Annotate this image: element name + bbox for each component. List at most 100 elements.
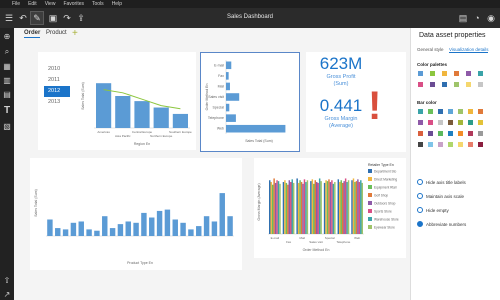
widgets-icon[interactable]: ▤ (1, 88, 13, 100)
user-icon[interactable]: ◉ (484, 11, 498, 25)
bar-color-swatch[interactable] (467, 130, 474, 137)
retailer-bar (341, 182, 344, 234)
tab-visualization-details[interactable]: Visualization details (449, 47, 489, 53)
tab-product[interactable]: Product (46, 30, 67, 36)
product-type-bar (47, 219, 53, 236)
option-maintain-axis-scale[interactable]: Maintain axis scale (417, 192, 464, 200)
retailer-tick-label: Fax (286, 240, 292, 244)
retailer-bar (276, 180, 278, 234)
bar-color-swatch[interactable] (447, 130, 454, 137)
bar-color-swatch[interactable] (417, 119, 424, 126)
palette-swatch[interactable] (465, 81, 472, 88)
year-2011[interactable]: 2011 (44, 75, 70, 86)
bar-color-swatch[interactable] (437, 119, 444, 126)
retailer-bar (274, 182, 277, 234)
tab-order[interactable]: Order (24, 30, 41, 38)
option-hide-empty[interactable]: Hide empty (417, 206, 449, 214)
retailer-bar (310, 181, 312, 234)
bar-color-swatch[interactable] (477, 108, 484, 115)
bar-color-swatch[interactable] (467, 108, 474, 115)
menu-tools[interactable]: Tools (92, 1, 104, 7)
bar-color-swatch[interactable] (417, 130, 424, 137)
retailer-grouped-bar-chart: E-mail Fax MailSales visitSpecialTelephone… (257, 163, 399, 252)
option-abbreviate-numbers[interactable]: Abbreviate numbers (417, 220, 466, 228)
upload-icon[interactable]: ⇧ (1, 274, 13, 286)
bar-color-swatch[interactable] (417, 141, 424, 148)
palette-swatch[interactable] (465, 70, 472, 77)
bar-color-swatch[interactable] (447, 108, 454, 115)
gross-margin-agg: (Average) (328, 123, 354, 129)
retailer-bar (290, 182, 292, 234)
retailer-tick-label: Sales visit (309, 240, 323, 244)
navigation-icon[interactable]: ⊕ (1, 30, 13, 42)
bar-color-swatch[interactable] (437, 130, 444, 137)
retailer-bar (311, 179, 314, 234)
bar-color-swatch[interactable] (427, 108, 434, 115)
palette-swatch[interactable] (417, 81, 424, 88)
region-bar (172, 113, 188, 128)
retailer-bar (334, 182, 336, 234)
visualizations-icon[interactable]: ▥ (1, 74, 13, 86)
option-hide-axis-title[interactable]: Hide axis title labels (417, 178, 466, 186)
retailer-bar (282, 182, 285, 234)
year-2012[interactable]: 2012 (44, 86, 70, 97)
palette-swatch[interactable] (429, 70, 436, 77)
palette-swatch[interactable] (477, 70, 484, 77)
retailer-bar (285, 182, 288, 234)
year-2010[interactable]: 2010 (44, 64, 70, 75)
product-type-bar (78, 221, 84, 236)
retailer-bar (337, 179, 340, 234)
menu-favorites[interactable]: Favorites (63, 1, 84, 7)
bar-color-swatch[interactable] (457, 130, 464, 137)
gross-profit-agg: (Sum) (333, 81, 349, 87)
bar-color-swatch[interactable] (427, 130, 434, 137)
year-filter-list: 2010 2011 2012 2013 (44, 64, 70, 108)
order-method-bar (226, 93, 240, 101)
tab-general-style[interactable]: General style (417, 47, 444, 52)
menu-file[interactable]: File (12, 1, 20, 7)
gross-profit-value: 623M (319, 54, 363, 73)
notification-icon[interactable]: ◔ (470, 11, 484, 25)
bar-color-swatch[interactable] (437, 141, 444, 148)
bar-color-swatch[interactable] (447, 119, 454, 126)
add-tab-button[interactable]: + (72, 28, 78, 39)
text-icon[interactable]: T (1, 104, 13, 116)
bar-color-swatch[interactable] (447, 141, 454, 148)
format-icon[interactable]: ▤ (456, 11, 470, 25)
palette-swatch[interactable] (429, 81, 436, 88)
palette-swatch[interactable] (417, 70, 424, 77)
menu-help[interactable]: Help (112, 1, 122, 7)
bar-color-swatch[interactable] (457, 119, 464, 126)
palette-swatch[interactable] (453, 81, 460, 88)
region-bar (153, 107, 169, 128)
search-icon[interactable]: ⌕ (1, 46, 13, 58)
bar-color-swatch[interactable] (467, 119, 474, 126)
palette-swatch[interactable] (453, 70, 460, 77)
bar-color-swatch[interactable] (477, 119, 484, 126)
bar-color-swatch[interactable] (427, 119, 434, 126)
bar-color-swatch[interactable] (457, 141, 464, 148)
bar-color-swatch[interactable] (477, 130, 484, 137)
bar-color-swatch[interactable] (437, 108, 444, 115)
year-2013[interactable]: 2013 (44, 97, 70, 108)
menu-view[interactable]: View (45, 1, 56, 7)
bar-color-swatch[interactable] (477, 141, 484, 148)
bar-color-swatch[interactable] (467, 141, 474, 148)
radio-icon (417, 179, 423, 185)
retailer-bar (318, 178, 321, 234)
toolbar: ☰ ↶ ✎ ▣ ↷ ⇪ Sales Dashboard ▤ ◔ ◉ (0, 8, 500, 28)
bar-color-swatch[interactable] (427, 141, 434, 148)
retailer-bar (271, 184, 274, 234)
share-rail-icon[interactable]: ↗ (1, 288, 13, 300)
media-icon[interactable]: ▧ (1, 120, 13, 132)
bar-color-swatch[interactable] (417, 108, 424, 115)
menu-edit[interactable]: Edit (28, 1, 37, 7)
data-sources-icon[interactable]: ▦ (1, 60, 13, 72)
palette-swatch[interactable] (441, 81, 448, 88)
legend-swatch (368, 225, 372, 229)
legend-entry: Eyewear Store (374, 226, 395, 230)
palette-swatch[interactable] (441, 70, 448, 77)
palette-swatch[interactable] (477, 81, 484, 88)
region-x-axis-title: Region En (134, 142, 150, 146)
bar-color-swatch[interactable] (457, 108, 464, 115)
